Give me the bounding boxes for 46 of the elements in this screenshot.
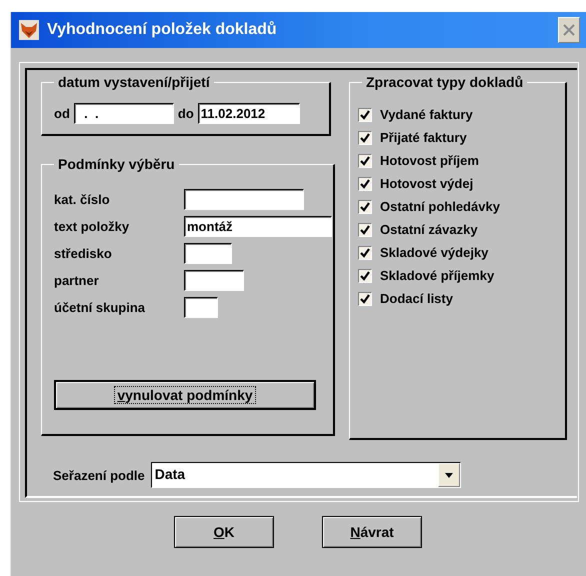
checkbox[interactable] [358, 200, 372, 214]
caret-icon [444, 472, 453, 478]
sort-dropdown[interactable]: Data [150, 462, 461, 488]
close-button[interactable] [558, 17, 580, 43]
reset-button[interactable]: vynulovat podmínky [54, 380, 316, 410]
checkbox[interactable] [358, 176, 372, 190]
field-label: text položky [54, 219, 130, 234]
date-field[interactable]: 11.02.2012 [198, 103, 300, 124]
field-label: od [54, 106, 70, 121]
field-label: do [178, 106, 194, 121]
checkbox[interactable] [358, 292, 372, 306]
text-field[interactable]: montáž [184, 216, 332, 237]
checkbox-label: Přijaté faktury [380, 130, 467, 145]
dialog-button[interactable]: OK [174, 516, 274, 548]
checkbox-label: Ostatní závazky [380, 222, 478, 237]
checkbox-label: Hotovost výdej [380, 176, 474, 191]
dropdown-button[interactable] [438, 463, 460, 487]
checkbox-label: Ostatní pohledávky [380, 199, 500, 214]
date-field[interactable]: . . [74, 103, 174, 124]
close-icon [563, 24, 575, 36]
field-label: partner [54, 273, 100, 288]
group-title: Zpracovat typy dokladů [362, 74, 528, 90]
group-title: Podmínky výběru [54, 156, 179, 172]
checkbox-label: Hotovost příjem [380, 153, 479, 168]
field-label: středisko [54, 246, 113, 261]
checkbox-label: Dodací listy [380, 291, 453, 306]
text-field[interactable] [184, 270, 244, 291]
text-field[interactable] [184, 297, 218, 318]
checkbox[interactable] [358, 222, 372, 236]
group-title: datum vystavení/přijetí [54, 74, 214, 90]
checkbox-label: Vydané faktury [380, 107, 473, 122]
checkbox[interactable] [358, 246, 372, 260]
checkbox[interactable] [358, 130, 372, 144]
fox-icon [19, 20, 39, 40]
window-title: Vyhodnocení položek dokladů [47, 21, 278, 39]
checkbox[interactable] [358, 154, 372, 168]
checkbox[interactable] [358, 108, 372, 122]
text-field[interactable] [184, 189, 304, 210]
checkbox-label: Skladové příjemky [380, 268, 494, 283]
field-label: Seřazení podle [53, 468, 145, 482]
checkbox[interactable] [358, 268, 372, 282]
dialog-button[interactable]: Návrat [322, 516, 422, 548]
text-field[interactable] [184, 243, 232, 264]
field-label: účetní skupina [54, 300, 146, 315]
field-label: kat. číslo [54, 192, 111, 207]
checkbox-label: Skladové výdejky [380, 245, 488, 260]
